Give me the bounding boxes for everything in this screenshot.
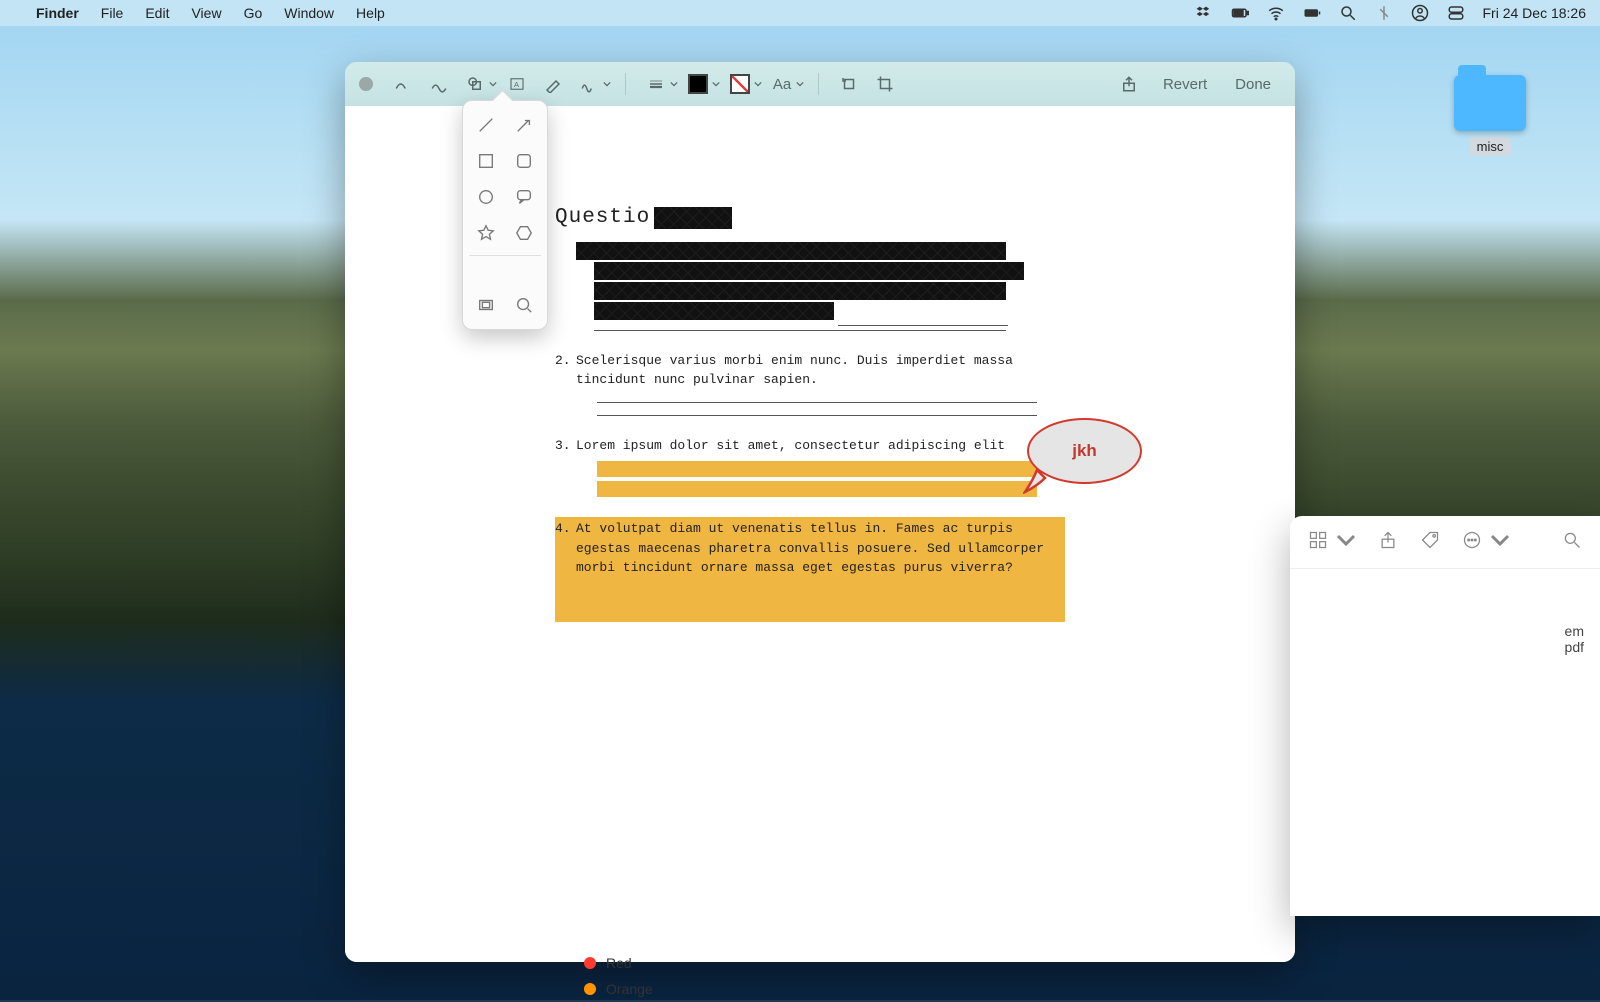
document-page: Questio 2. Scelerisque varius morbi enim… bbox=[555, 202, 1065, 622]
finder-file-fragment: em bbox=[1290, 623, 1584, 639]
shape-mask-button[interactable] bbox=[469, 289, 503, 321]
speech-bubble-tail bbox=[1023, 466, 1051, 494]
menubar-item-file[interactable]: File bbox=[101, 5, 124, 21]
svg-text:A: A bbox=[514, 80, 519, 89]
shapes-tool-button[interactable] bbox=[459, 70, 491, 98]
shape-line-button[interactable] bbox=[469, 109, 503, 141]
question-4: 4. At volutpat diam ut venenatis tellus … bbox=[555, 517, 1065, 622]
chevron-down-icon bbox=[754, 80, 762, 88]
finder-window: em pdf bbox=[1290, 516, 1600, 916]
text-style-button[interactable]: Aa bbox=[766, 70, 798, 98]
chevron-down-icon bbox=[712, 80, 720, 88]
highlight-block bbox=[597, 461, 1037, 497]
sketch-tool-button[interactable] bbox=[387, 70, 419, 98]
user-icon[interactable] bbox=[1411, 4, 1429, 22]
tag-red[interactable]: Red bbox=[572, 950, 722, 976]
menubar-app-name[interactable]: Finder bbox=[36, 5, 79, 21]
document-heading: Questio bbox=[555, 202, 1065, 234]
finder-sidebar-tags: Red Orange bbox=[572, 950, 722, 1002]
shape-speech-bubble-button[interactable] bbox=[507, 181, 541, 213]
desktop-folder-misc[interactable]: misc bbox=[1445, 75, 1535, 156]
speech-bubble-text: jkh bbox=[1072, 438, 1097, 464]
chevron-down-icon bbox=[670, 80, 678, 88]
redacted-paragraph bbox=[576, 242, 1065, 331]
crop-button[interactable] bbox=[869, 70, 901, 98]
menubar-item-edit[interactable]: Edit bbox=[145, 5, 169, 21]
line-style-button[interactable] bbox=[640, 70, 672, 98]
control-center-icon[interactable] bbox=[1447, 4, 1465, 22]
question-2: 2. Scelerisque varius morbi enim nunc. D… bbox=[555, 351, 1065, 416]
dropbox-icon[interactable] bbox=[1195, 4, 1213, 22]
menubar-clock[interactable]: Fri 24 Dec 18:26 bbox=[1483, 5, 1587, 21]
question-4-text: At volutpat diam ut venenatis tellus in.… bbox=[576, 521, 1044, 575]
question-2-text: Scelerisque varius morbi enim nunc. Duis… bbox=[576, 353, 1013, 388]
redaction-block bbox=[654, 207, 732, 229]
shapes-popover bbox=[462, 100, 548, 330]
menubar-item-view[interactable]: View bbox=[191, 5, 221, 21]
tags-button[interactable] bbox=[1420, 530, 1440, 555]
shape-hexagon-button[interactable] bbox=[507, 217, 541, 249]
view-options-button[interactable] bbox=[1308, 530, 1328, 555]
tag-orange[interactable]: Orange bbox=[572, 976, 722, 1002]
rotate-button[interactable] bbox=[833, 70, 865, 98]
stroke-color-button[interactable] bbox=[682, 70, 714, 98]
chevron-down-icon bbox=[1490, 530, 1510, 555]
bluetooth-off-icon[interactable] bbox=[1375, 4, 1393, 22]
sign-tool-button[interactable] bbox=[573, 70, 605, 98]
shape-square-button[interactable] bbox=[469, 145, 503, 177]
shape-circle-button[interactable] bbox=[469, 181, 503, 213]
fill-color-button[interactable] bbox=[724, 70, 756, 98]
menubar: Finder File Edit View Go Window Help Fri… bbox=[0, 0, 1600, 26]
menubar-item-go[interactable]: Go bbox=[244, 5, 263, 21]
menubar-item-window[interactable]: Window bbox=[284, 5, 334, 21]
battery-icon[interactable] bbox=[1231, 4, 1249, 22]
chevron-down-icon bbox=[796, 80, 804, 88]
chevron-down-icon bbox=[603, 80, 611, 88]
shape-loupe-button[interactable] bbox=[507, 289, 541, 321]
shape-arrow-button[interactable] bbox=[507, 109, 541, 141]
wifi-icon[interactable] bbox=[1267, 4, 1285, 22]
finder-file-fragment: pdf bbox=[1290, 639, 1584, 655]
actions-button[interactable] bbox=[1462, 530, 1482, 555]
search-button[interactable] bbox=[1562, 530, 1582, 555]
window-close-button[interactable] bbox=[359, 77, 373, 91]
spotlight-icon[interactable] bbox=[1339, 4, 1357, 22]
folder-label: misc bbox=[1469, 137, 1512, 156]
menubar-item-help[interactable]: Help bbox=[356, 5, 385, 21]
share-button[interactable] bbox=[1113, 70, 1145, 98]
chevron-down-icon bbox=[1336, 530, 1356, 555]
share-button[interactable] bbox=[1378, 530, 1398, 555]
folder-icon bbox=[1454, 75, 1526, 131]
chevron-down-icon bbox=[489, 80, 497, 88]
battery-full-icon[interactable] bbox=[1303, 4, 1321, 22]
speech-bubble-annotation[interactable]: jkh bbox=[1027, 418, 1142, 484]
shape-star-button[interactable] bbox=[469, 217, 503, 249]
revert-button[interactable]: Revert bbox=[1153, 72, 1217, 97]
finder-toolbar bbox=[1290, 516, 1600, 569]
draw-tool-button[interactable] bbox=[423, 70, 455, 98]
done-button[interactable]: Done bbox=[1225, 72, 1281, 97]
highlight-tool-button[interactable] bbox=[537, 70, 569, 98]
question-3: 3. Lorem ipsum dolor sit amet, consectet… bbox=[555, 436, 1065, 498]
question-3-text: Lorem ipsum dolor sit amet, consectetur … bbox=[576, 438, 1005, 453]
heading-text: Questio bbox=[555, 202, 650, 234]
highlight-block bbox=[597, 584, 1037, 620]
shape-rounded-square-button[interactable] bbox=[507, 145, 541, 177]
